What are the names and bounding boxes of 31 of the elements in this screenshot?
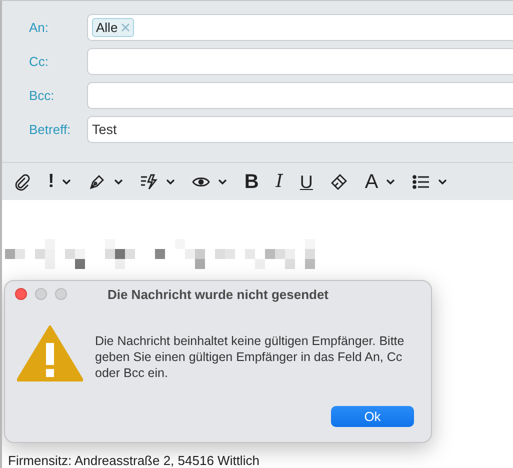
- chevron-icon[interactable]: [166, 178, 176, 184]
- format-button[interactable]: B: [244, 172, 259, 192]
- warning-icon: [17, 325, 83, 383]
- chevron-icon[interactable]: [62, 178, 72, 184]
- field-label: Cc:: [28, 54, 50, 69]
- input-field[interactable]: [87, 48, 513, 75]
- format-button[interactable]: A: [364, 172, 378, 192]
- brush-icon[interactable]: [330, 172, 348, 190]
- chevron-icon[interactable]: [114, 178, 124, 184]
- paperclip-icon[interactable]: [13, 172, 31, 190]
- list-icon[interactable]: [412, 172, 430, 190]
- ok-button[interactable]: Ok: [331, 406, 414, 427]
- chevron-icon[interactable]: [218, 178, 228, 184]
- chevron-icon[interactable]: [438, 178, 448, 184]
- subject-field[interactable]: Test: [87, 116, 513, 143]
- dialog-title: Die Nachricht wurde nicht gesendet: [106, 287, 330, 302]
- recipient-field[interactable]: Alle: [87, 14, 513, 41]
- recipient-token[interactable]: Alle: [92, 18, 134, 37]
- signature-line: Firmensitz: Andreasstraße 2, 54516 Wittlich: [8, 454, 260, 468]
- dialog-message: Die Nachricht beinhaltet keine gültigen Empfänger. Bitte geben Sie einen gültigen Empfänger in das Feld An, Cc oder Bcc ein.: [95, 333, 406, 381]
- field-label: An:: [28, 20, 50, 35]
- lightning-list-icon[interactable]: [140, 172, 158, 190]
- pen-icon[interactable]: [88, 172, 106, 190]
- format-button[interactable]: I: [276, 172, 283, 192]
- format-button[interactable]: U: [300, 172, 313, 192]
- input-field[interactable]: [87, 82, 513, 109]
- close-button[interactable]: [15, 288, 27, 300]
- chevron-icon[interactable]: [386, 178, 396, 184]
- field-label: Betreff:: [28, 122, 72, 137]
- format-button[interactable]: !: [48, 172, 54, 192]
- field-label: Bcc:: [28, 88, 56, 103]
